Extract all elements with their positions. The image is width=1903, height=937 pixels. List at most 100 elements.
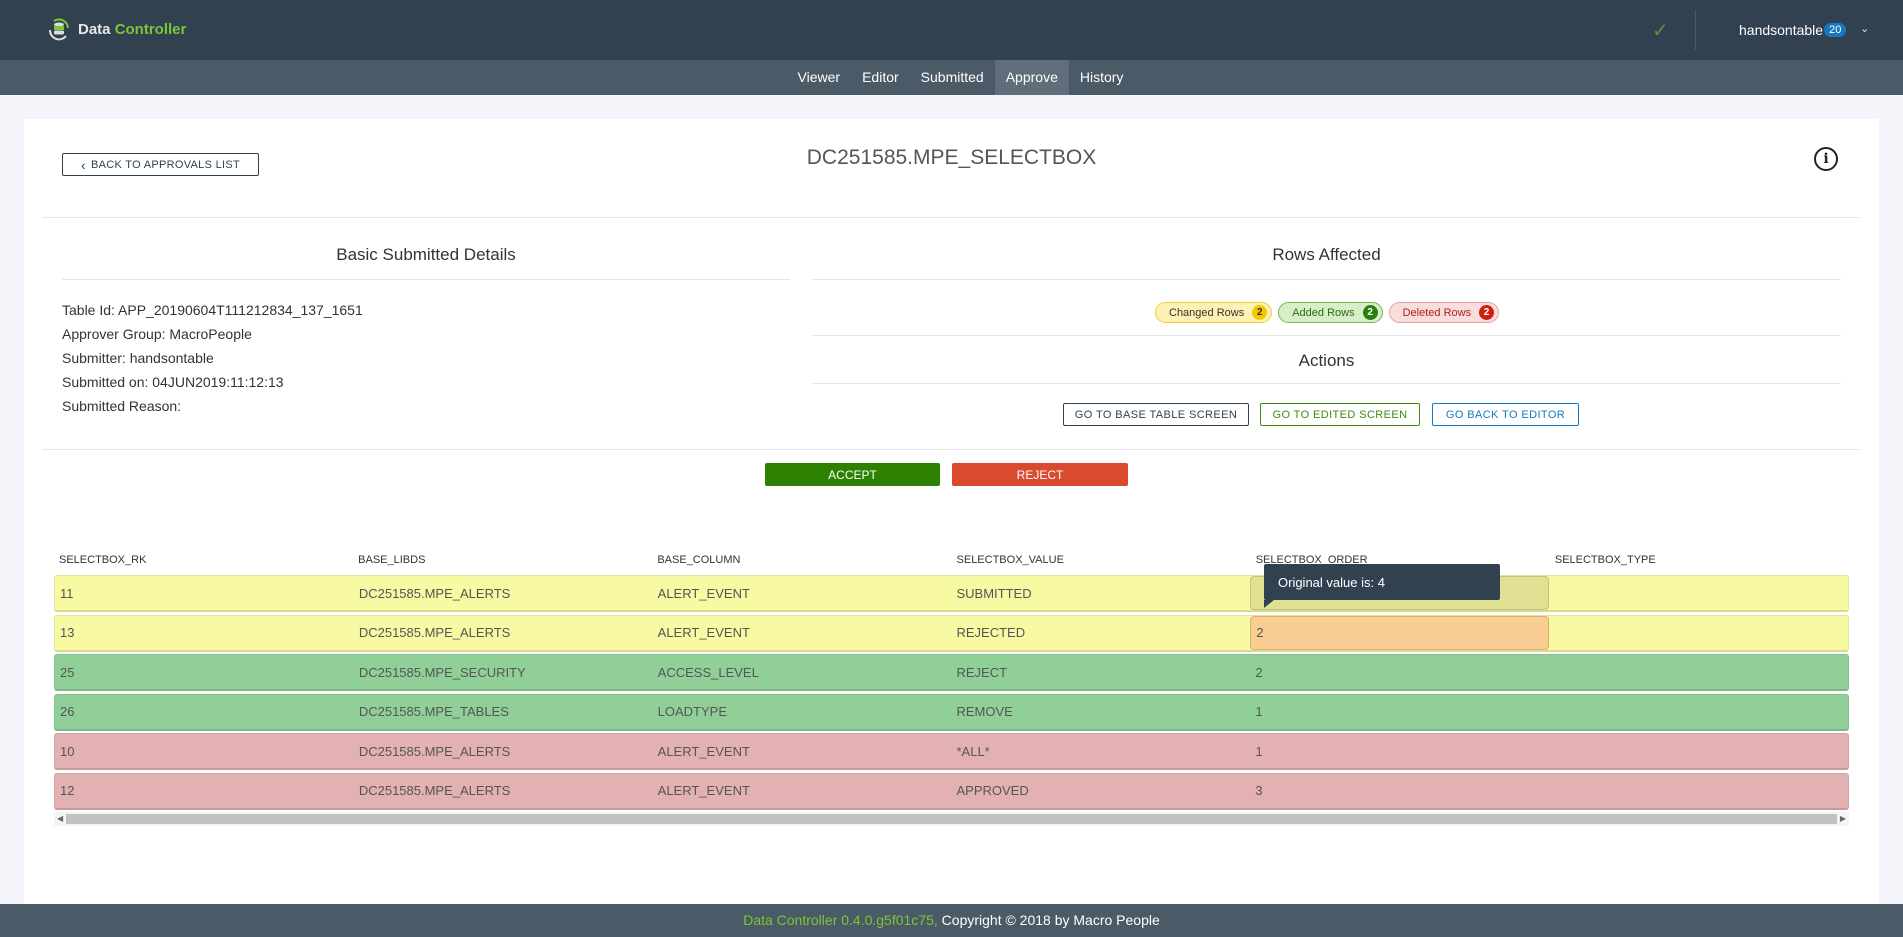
nav-editor[interactable]: Editor [851,60,910,95]
divider [812,279,1841,280]
user-name: handsontable [1739,22,1824,38]
top-header: Data Controller ✓ handsontable 20 ⌄ [0,0,1903,60]
rows-affected-badges: Changed Rows 2 Added Rows 2 Deleted Rows… [1155,302,1500,323]
table-cell[interactable]: 10 [55,734,354,768]
diff-table: SELECTBOX_RK BASE_LIBDS BASE_COLUMN SELE… [54,544,1849,826]
nav-approve[interactable]: Approve [994,60,1069,95]
table-id: Table Id: APP_20190604T111212834_137_165… [62,302,363,318]
table-cell[interactable] [1549,576,1848,610]
submitted-details: Table Id: APP_20190604T111212834_137_165… [62,298,363,418]
table-row-added[interactable]: 25 DC251585.MPE_SECURITY ACCESS_LEVEL RE… [54,654,1849,691]
main-nav: Viewer Editor Submitted Approve History [0,60,1903,95]
go-back-to-editor-button[interactable]: GO BACK TO EDITOR [1432,403,1579,426]
table-cell[interactable]: 12 [55,774,354,808]
divider [812,383,1841,384]
table-cell[interactable] [1549,695,1848,729]
notification-badge: 20 [1824,23,1847,37]
divider [62,279,790,280]
table-cell[interactable] [1549,774,1848,808]
table-cell[interactable]: *ALL* [951,734,1250,768]
submitter: Submitter: handsontable [62,350,214,366]
table-cell[interactable]: DC251585.MPE_SECURITY [354,655,653,689]
added-rows-badge[interactable]: Added Rows 2 [1278,302,1383,323]
table-row-deleted[interactable]: 12 DC251585.MPE_ALERTS ALERT_EVENT APPRO… [54,772,1849,810]
table-header: SELECTBOX_RK BASE_LIBDS BASE_COLUMN SELE… [54,544,1849,575]
table-cell[interactable]: 11 [55,576,354,610]
logo[interactable]: Data Controller [46,16,186,42]
scroll-right-icon[interactable]: ▶ [1840,812,1846,826]
table-cell[interactable]: REMOVE [951,695,1250,729]
table-cell[interactable] [1549,616,1848,650]
table-row-added[interactable]: 26 DC251585.MPE_TABLES LOADTYPE REMOVE 1 [54,693,1849,731]
column-header[interactable]: SELECTBOX_TYPE [1550,554,1849,566]
column-header[interactable]: BASE_LIBDS [353,554,652,566]
table-cell[interactable]: 26 [55,695,354,729]
divider [42,449,1860,450]
table-cell[interactable]: 2 [1250,655,1549,689]
scroll-left-icon[interactable]: ◀ [57,812,63,826]
go-to-edited-button[interactable]: GO TO EDITED SCREEN [1260,403,1420,426]
changed-rows-badge[interactable]: Changed Rows 2 [1155,302,1273,323]
table-cell[interactable]: 1 [1250,695,1549,729]
table-cell[interactable] [1549,734,1848,768]
rows-affected-title: Rows Affected [1272,245,1381,264]
divider [42,217,1860,218]
deleted-count: 2 [1479,305,1495,320]
table-cell[interactable]: APPROVED [951,774,1250,808]
nav-history[interactable]: History [1069,60,1135,95]
footer-copyright: Copyright © 2018 by Macro People [937,912,1160,928]
user-menu[interactable]: handsontable 20 [1739,22,1847,38]
nav-viewer[interactable]: Viewer [787,60,852,95]
check-icon: ✓ [1652,20,1669,42]
table-cell[interactable] [1549,655,1848,689]
divider [812,335,1841,336]
table-row-changed[interactable]: 13 DC251585.MPE_ALERTS ALERT_EVENT REJEC… [54,614,1849,652]
scrollbar-thumb[interactable] [66,814,1837,824]
table-cell[interactable]: DC251585.MPE_ALERTS [354,734,653,768]
footer-version: Data Controller 0.4.0.g5f01c75, [743,912,938,928]
table-cell[interactable]: ACCESS_LEVEL [653,655,952,689]
table-cell[interactable]: DC251585.MPE_ALERTS [354,616,653,650]
table-cell[interactable]: REJECTED [951,616,1250,650]
table-cell[interactable]: 25 [55,655,354,689]
added-count: 2 [1362,305,1378,320]
deleted-rows-badge[interactable]: Deleted Rows 2 [1388,302,1500,323]
info-icon[interactable]: i [1814,147,1838,171]
header-divider [1695,10,1696,50]
go-to-base-table-button[interactable]: GO TO BASE TABLE SCREEN [1063,403,1249,426]
database-logo-icon [48,18,69,41]
approval-card: ‹ BACK TO APPROVALS LIST DC251585.MPE_SE… [24,119,1879,904]
table-cell[interactable]: DC251585.MPE_ALERTS [354,774,653,808]
submitted-on: Submitted on: 04JUN2019:11:12:13 [62,374,284,390]
table-cell[interactable]: LOADTYPE [653,695,952,729]
reject-button[interactable]: REJECT [952,463,1128,486]
column-header[interactable]: BASE_COLUMN [652,554,951,566]
table-cell[interactable]: DC251585.MPE_ALERTS [354,576,653,610]
table-cell[interactable]: ALERT_EVENT [653,616,952,650]
edited-cell[interactable]: 2 [1250,615,1550,650]
column-header[interactable]: SELECTBOX_RK [54,554,353,566]
table-cell[interactable]: 3 [1250,774,1549,808]
table-cell[interactable]: 13 [55,616,354,650]
chevron-down-icon[interactable]: ⌄ [1860,22,1869,35]
table-row-deleted[interactable]: 10 DC251585.MPE_ALERTS ALERT_EVENT *ALL*… [54,733,1849,770]
table-cell[interactable]: DC251585.MPE_TABLES [354,695,653,729]
actions-title: Actions [1298,351,1355,370]
nav-submitted[interactable]: Submitted [910,60,995,95]
approver-group: Approver Group: MacroPeople [62,326,252,342]
table-cell[interactable]: ALERT_EVENT [653,774,952,808]
horizontal-scrollbar[interactable]: ◀ ▶ [54,812,1849,826]
table-cell[interactable]: SUBMITTED [951,576,1250,610]
column-header[interactable]: SELECTBOX_VALUE [952,554,1251,566]
submitted-reason: Submitted Reason: [62,398,182,414]
table-cell[interactable]: REJECT [951,655,1250,689]
original-value-tooltip: Original value is: 4 [1264,564,1500,608]
changed-count: 2 [1252,305,1268,320]
accept-button[interactable]: ACCEPT [765,463,940,486]
table-cell[interactable]: 1 [1250,734,1549,768]
details-title: Basic Submitted Details [336,245,516,264]
page-title: DC251585.MPE_SELECTBOX [806,146,1097,169]
table-cell[interactable]: ALERT_EVENT [653,734,952,768]
table-cell[interactable]: ALERT_EVENT [653,576,952,610]
table-row-changed[interactable]: 11 DC251585.MPE_ALERTS ALERT_EVENT SUBMI… [54,575,1849,612]
